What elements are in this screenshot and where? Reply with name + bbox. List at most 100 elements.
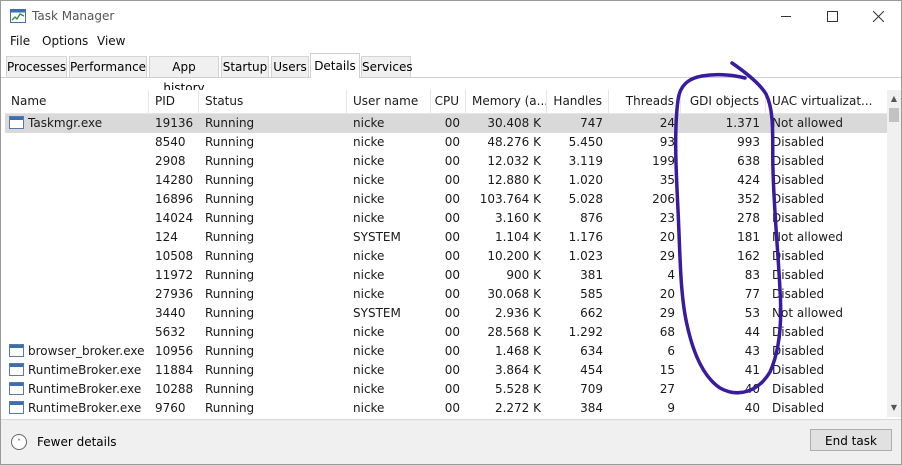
cell-threads: 24 [659, 116, 675, 130]
cell-name [5, 209, 149, 228]
cell-memory: 1.104 K [494, 230, 541, 244]
column-header-name[interactable]: Name [5, 90, 149, 113]
cell-handles: 3.119 [568, 154, 603, 168]
column-header-uac-virtualization[interactable]: UAC virtualizat... [766, 90, 887, 113]
cell-cpu: 00 [444, 344, 460, 358]
minimize-button[interactable] [763, 1, 809, 32]
cell-pid: 16896 [155, 192, 194, 206]
column-header-user-name[interactable]: User name [347, 90, 431, 113]
column-header-threads[interactable]: Threads [609, 90, 681, 113]
cell-status: Running [205, 363, 255, 377]
cell-status: Running [205, 230, 255, 244]
task-manager-window: Task Manager File Options View Processes… [0, 0, 902, 465]
column-header-handles[interactable]: Handles [547, 90, 609, 113]
cell-uac-virtualization: Disabled [772, 344, 825, 358]
tab-users[interactable]: Users [271, 56, 309, 77]
cell-pid: 2908 [155, 154, 186, 168]
cell-threads: 23 [659, 211, 675, 225]
table-row[interactable]: RuntimeBroker.exe 9760 Running nicke 00 2.272… [5, 399, 887, 417]
scroll-thumb[interactable] [889, 108, 899, 122]
cell-user-name: nicke [353, 211, 385, 225]
maximize-icon [826, 11, 838, 22]
cell-user-name: nicke [353, 116, 385, 130]
app-window-icon [9, 363, 24, 376]
cell-cpu: 00 [444, 363, 460, 377]
cell-uac-virtualization: Not allowed [772, 306, 844, 320]
cell-cpu: 00 [444, 154, 460, 168]
cell-status: Running [205, 211, 255, 225]
cell-handles: 1.176 [568, 230, 603, 244]
table-row[interactable]: 5632 Running nicke 00 28.568 K 1.292 68 44 Disab… [5, 323, 887, 342]
table-row[interactable]: RuntimeBroker.exe 11884 Running nicke 00 3.86… [5, 361, 887, 380]
vertical-scrollbar[interactable]: ▲ ▼ [887, 90, 901, 417]
table-row[interactable]: 14024 Running nicke 00 3.160 K 876 23 278 Disabl… [5, 209, 887, 228]
cell-memory: 3.864 K [494, 363, 541, 377]
column-header-gdi-objects[interactable]: ⌄ GDI objects [681, 90, 766, 113]
fewer-details-toggle[interactable]: ˄ Fewer details [11, 432, 117, 452]
table-row[interactable]: 16896 Running nicke 00 103.764 K 5.028 206 352 D… [5, 190, 887, 209]
cell-gdi-objects: 43 [744, 344, 760, 358]
cell-user-name: nicke [353, 287, 385, 301]
cell-name: RuntimeBroker.exe [5, 399, 149, 417]
cell-gdi-objects: 53 [744, 306, 760, 320]
menu-bar: File Options View [1, 32, 901, 52]
menu-options[interactable]: Options [42, 34, 88, 48]
cell-uac-virtualization: Disabled [772, 325, 825, 339]
cell-threads: 93 [659, 135, 675, 149]
cell-status: Running [205, 249, 255, 263]
cell-threads: 20 [659, 287, 675, 301]
scroll-up-icon[interactable]: ▲ [887, 92, 901, 106]
tab-processes[interactable]: Processes [6, 56, 67, 77]
cell-name: RuntimeBroker.exe [5, 380, 149, 399]
column-header-pid[interactable]: PID [149, 90, 199, 113]
cell-gdi-objects: 40 [744, 382, 760, 396]
cell-pid: 27936 [155, 287, 194, 301]
table-row[interactable]: 10508 Running nicke 00 10.200 K 1.023 29 162 Dis… [5, 247, 887, 266]
cell-uac-virtualization: Disabled [772, 268, 825, 282]
cell-memory: 1.468 K [494, 344, 541, 358]
tab-startup[interactable]: Startup [221, 56, 269, 77]
cell-handles: 747 [580, 116, 603, 130]
footer-bar: ˄ Fewer details End task [1, 419, 901, 464]
cell-pid: 14024 [155, 211, 194, 225]
cell-user-name: nicke [353, 268, 385, 282]
tab-performance[interactable]: Performance [69, 56, 147, 77]
maximize-button[interactable] [809, 1, 855, 32]
process-name: Taskmgr.exe [28, 116, 103, 130]
menu-view[interactable]: View [97, 34, 125, 48]
tab-services[interactable]: Services [361, 56, 413, 77]
column-header-cpu[interactable]: CPU [431, 90, 466, 113]
end-task-button[interactable]: End task [810, 429, 892, 451]
table-row[interactable]: 14280 Running nicke 00 12.880 K 1.020 35 424 Dis… [5, 171, 887, 190]
table-row[interactable]: 8540 Running nicke 00 48.276 K 5.450 93 993 Disa… [5, 133, 887, 152]
table-row[interactable]: 27936 Running nicke 00 30.068 K 585 20 77 Disabl… [5, 285, 887, 304]
column-header-status[interactable]: Status [199, 90, 347, 113]
table-row[interactable]: Taskmgr.exe 19136 Running nicke 00 30.408 K 74… [5, 114, 887, 133]
table-row[interactable]: browser_broker.exe 10956 Running nicke 00 1.4… [5, 342, 887, 361]
cell-uac-virtualization: Disabled [772, 154, 825, 168]
process-name: browser_broker.exe [28, 344, 145, 358]
table-row[interactable]: 11972 Running nicke 00 900 K 381 4 83 Disabled [5, 266, 887, 285]
cell-uac-virtualization: Disabled [772, 249, 825, 263]
cell-pid: 11884 [155, 363, 194, 377]
tab-divider [1, 77, 901, 78]
title-bar: Task Manager [1, 1, 901, 32]
column-header-memory[interactable]: Memory (a... [466, 90, 547, 113]
table-row[interactable]: RuntimeBroker.exe 10288 Running nicke 00 5.52… [5, 380, 887, 399]
menu-file[interactable]: File [10, 34, 30, 48]
tab-details[interactable]: Details [310, 53, 360, 78]
cell-memory: 12.032 K [487, 154, 541, 168]
cell-handles: 1.020 [568, 173, 603, 187]
table-row[interactable]: 2908 Running nicke 00 12.032 K 3.119 199 638 Dis… [5, 152, 887, 171]
table-row[interactable]: 124 Running SYSTEM 00 1.104 K 1.176 20 181 Not a… [5, 228, 887, 247]
cell-cpu: 00 [444, 116, 460, 130]
cell-user-name: SYSTEM [353, 230, 401, 244]
tab-app-history[interactable]: App history [149, 56, 219, 95]
cell-cpu: 00 [444, 401, 460, 415]
cell-handles: 1.292 [568, 325, 603, 339]
scroll-down-icon[interactable]: ▼ [887, 401, 901, 415]
close-button[interactable] [855, 1, 901, 32]
cell-pid: 8540 [155, 135, 186, 149]
table-row[interactable]: 3440 Running SYSTEM 00 2.936 K 662 29 53 Not all… [5, 304, 887, 323]
cell-status: Running [205, 268, 255, 282]
